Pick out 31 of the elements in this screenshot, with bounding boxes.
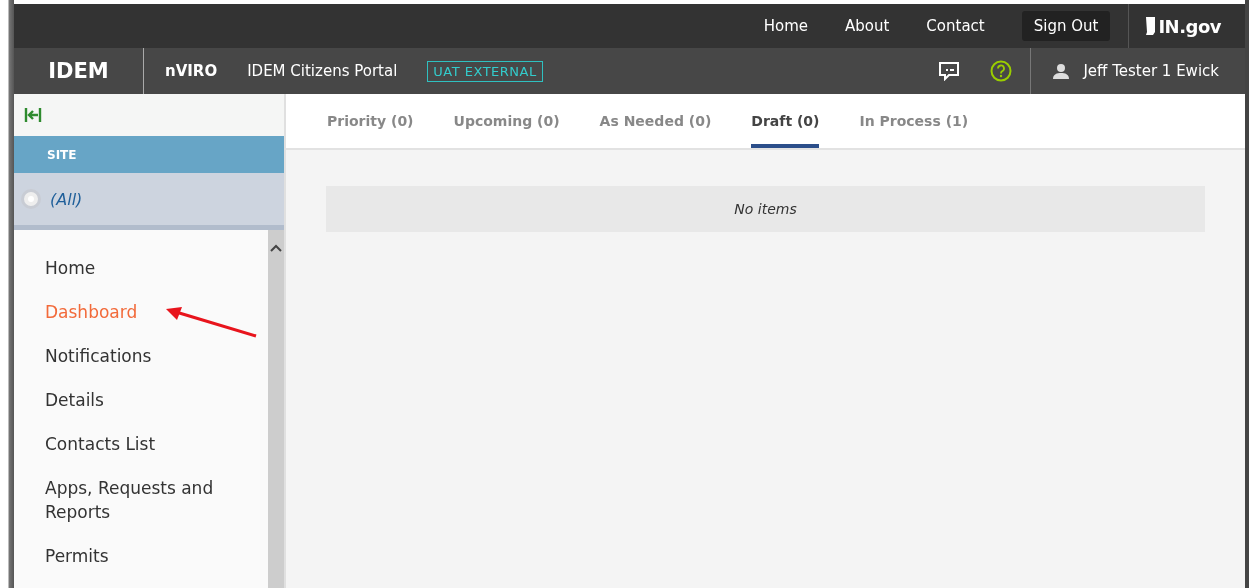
sidebar-item[interactable]: Contacts List	[45, 432, 225, 456]
collapse-sidebar-icon[interactable]	[24, 106, 42, 123]
top-nav-link[interactable]: Home	[763, 17, 808, 35]
state-shape-icon	[1145, 17, 1157, 35]
site-logo[interactable]: IN.gov	[1158, 15, 1221, 37]
user-name[interactable]: Jeff Tester 1 Ewick	[1083, 62, 1219, 80]
site-option[interactable]: (All)	[50, 189, 83, 209]
tab[interactable]: Priority (0)	[327, 94, 414, 148]
help-icon[interactable]	[990, 60, 1013, 82]
tab[interactable]: Upcoming (0)	[453, 94, 560, 148]
tab[interactable]: Draft (0)	[751, 94, 820, 148]
sidebar-item[interactable]: Apps, Requests and Reports	[45, 476, 225, 524]
chat-icon[interactable]	[938, 61, 961, 81]
sidebar-item[interactable]: Details	[45, 388, 225, 412]
scroll-up-icon[interactable]	[270, 244, 282, 252]
top-nav-link[interactable]: About	[845, 17, 890, 35]
sidebar-item[interactable]: Notifications	[45, 344, 225, 368]
tab[interactable]: In Process (1)	[859, 94, 969, 148]
user-icon	[1053, 63, 1070, 79]
sign-out-button[interactable]: Sign Out	[1021, 11, 1111, 41]
portal-name: IDEM Citizens Portal	[247, 62, 398, 80]
app-name: nVIRO	[165, 62, 218, 80]
sidebar-item[interactable]: Home	[45, 256, 225, 280]
section-header: SITE	[14, 135, 284, 174]
sidebar-item[interactable]: Permits	[45, 544, 225, 568]
empty-message: No items	[326, 186, 1205, 232]
tab[interactable]: As Needed (0)	[599, 94, 712, 148]
radio-button[interactable]	[21, 189, 41, 210]
environment-badge: UAT EXTERNAL	[427, 60, 543, 82]
scrollbar[interactable]	[268, 230, 284, 588]
top-nav-link[interactable]: Contact	[926, 17, 985, 35]
